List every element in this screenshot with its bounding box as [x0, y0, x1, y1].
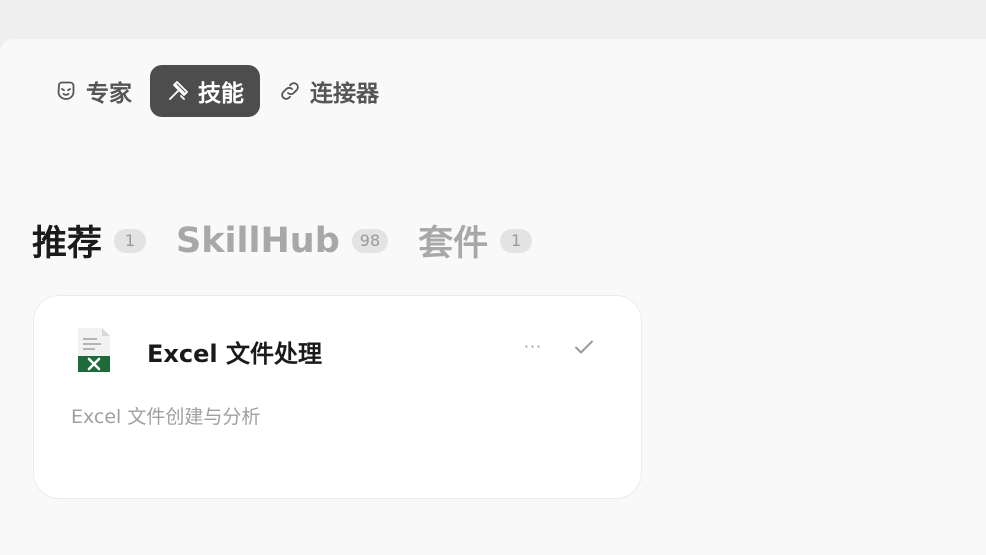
check-icon[interactable] — [571, 334, 597, 360]
count-badge: 1 — [500, 228, 533, 253]
expert-icon — [54, 79, 78, 103]
skills-panel: 专家 技能 连接器 推荐 1 SkillHub 98 套件 1 Excel 文件… — [0, 39, 986, 555]
tab-connectors-label: 连接器 — [310, 81, 379, 107]
skill-icon — [166, 79, 190, 103]
tab-connectors[interactable]: 连接器 — [270, 65, 387, 117]
skill-card[interactable]: Excel 文件处理 ··· Excel 文件创建与分析 — [33, 295, 642, 499]
skill-description: Excel 文件创建与分析 — [71, 406, 261, 428]
tab-skills-label: 技能 — [198, 81, 244, 107]
section-tab-label: SkillHub — [176, 220, 340, 261]
section-tab-label: 推荐 — [32, 224, 103, 264]
section-tab-skillhub[interactable]: SkillHub 98 — [176, 220, 389, 261]
tab-skills[interactable]: 技能 — [150, 65, 260, 117]
count-badge: 98 — [351, 228, 389, 253]
skill-title: Excel 文件处理 — [147, 340, 322, 368]
section-tab-recommended[interactable]: 推荐 1 — [32, 215, 147, 266]
excel-file-icon — [74, 326, 114, 374]
count-badge: 1 — [114, 228, 147, 253]
tab-experts-label: 专家 — [86, 81, 132, 107]
link-icon — [278, 79, 302, 103]
section-tab-suites[interactable]: 套件 1 — [418, 215, 533, 266]
section-tab-bar: 推荐 1 SkillHub 98 套件 1 — [32, 215, 562, 266]
section-tab-label: 套件 — [418, 224, 489, 264]
more-options-button[interactable]: ··· — [520, 334, 546, 358]
top-tab-bar: 专家 技能 连接器 — [46, 65, 397, 117]
tab-experts[interactable]: 专家 — [46, 65, 140, 117]
